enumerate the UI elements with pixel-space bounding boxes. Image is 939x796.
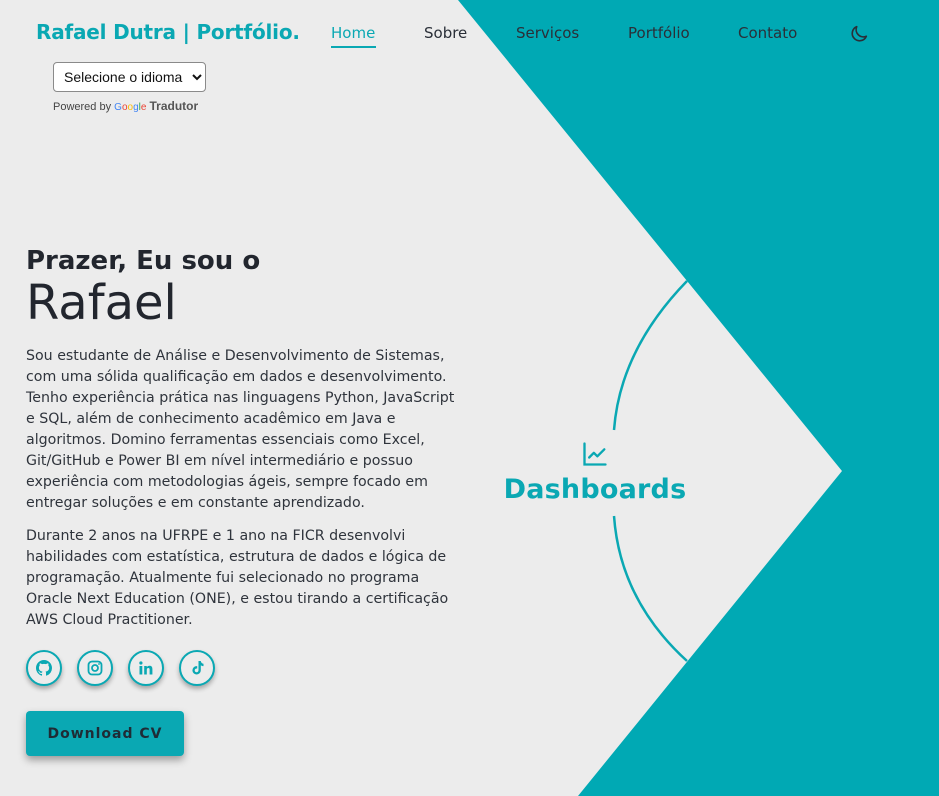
nav-sobre[interactable]: Sobre: [424, 24, 467, 42]
social-links: [26, 650, 215, 686]
google-logo: Google: [114, 102, 147, 113]
hero-section: Prazer, Eu sou o Rafael Sou estudante de…: [26, 244, 466, 631]
nav-home[interactable]: Home: [331, 24, 375, 42]
powered-by-text: Powered by: [53, 101, 112, 113]
teal-chevron-shape: [458, 0, 939, 796]
tradutor-link[interactable]: Tradutor: [149, 99, 198, 113]
nav-servicos[interactable]: Serviços: [516, 24, 579, 42]
tiktok-icon: [192, 661, 204, 675]
language-select[interactable]: Selecione o idioma: [53, 62, 206, 92]
nav-portfolio[interactable]: Portfólio: [628, 24, 690, 42]
hero-bio-paragraph-2: Durante 2 anos na UFRPE e 1 ano na FICR …: [26, 528, 449, 628]
google-translate-widget: Selecione o idioma Powered by Google Tra…: [53, 62, 206, 113]
site-logo[interactable]: Rafael Dutra | Portfólio.: [36, 20, 300, 44]
decorative-arc: [612, 280, 688, 431]
instagram-icon: [87, 660, 103, 676]
powered-by-line: Powered by Google Tradutor: [53, 99, 206, 113]
nav-active-underline: [331, 46, 376, 48]
hero-name: Rafael: [26, 275, 177, 331]
moon-icon: [851, 25, 868, 42]
dashboards-label: Dashboards: [503, 474, 687, 505]
decorative-arc-lower: [612, 515, 688, 662]
hero-bio-paragraph-1: Sou estudante de Análise e Desenvolvimen…: [26, 348, 455, 511]
nav-contato[interactable]: Contato: [738, 24, 797, 42]
theme-toggle-button[interactable]: [848, 23, 870, 45]
tiktok-link[interactable]: [179, 650, 215, 686]
chart-line-icon: [583, 442, 607, 466]
dashboards-feature: Dashboards: [500, 440, 690, 505]
download-cv-button[interactable]: Download CV: [26, 711, 184, 756]
github-icon: [36, 660, 52, 676]
instagram-link[interactable]: [77, 650, 113, 686]
hero-greeting: Prazer, Eu sou o: [26, 246, 261, 276]
top-navbar: Rafael Dutra | Portfólio. Home Sobre Ser…: [0, 0, 939, 70]
linkedin-link[interactable]: [128, 650, 164, 686]
linkedin-icon: [139, 661, 153, 675]
github-link[interactable]: [26, 650, 62, 686]
